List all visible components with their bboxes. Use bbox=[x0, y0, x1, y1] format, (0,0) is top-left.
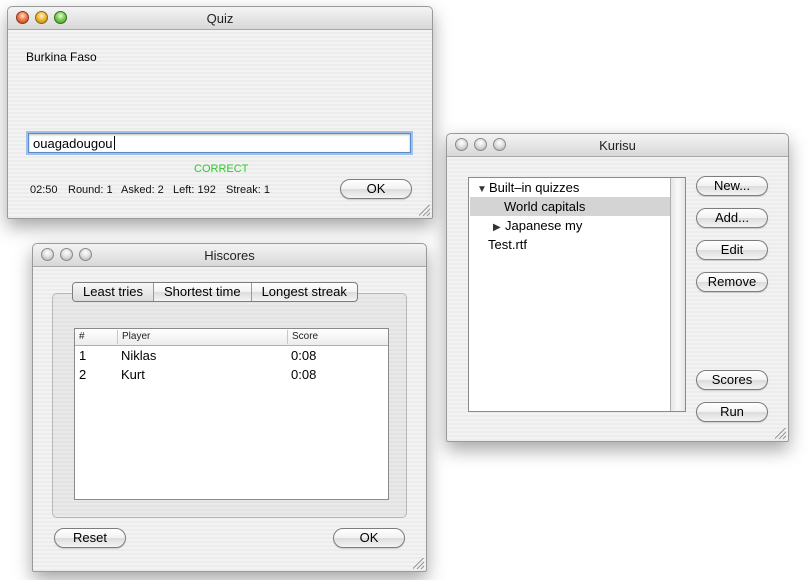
hiscores-window-title: Hiscores bbox=[204, 248, 255, 263]
tab-least-tries[interactable]: Least tries bbox=[73, 283, 154, 301]
table-row-1-score: 0:08 bbox=[291, 348, 317, 363]
outline-item-world-capitals[interactable]: World capitals bbox=[470, 197, 671, 216]
reset-button[interactable]: Reset bbox=[54, 528, 126, 548]
column-header-player[interactable]: Player bbox=[117, 330, 282, 344]
quiz-titlebar[interactable]: Quiz bbox=[8, 7, 432, 30]
kurisu-titlebar[interactable]: Kurisu bbox=[447, 134, 788, 157]
run-button[interactable]: Run bbox=[696, 402, 768, 422]
quiz-window: Quiz Burkina Faso ouagadougou CORRECT 02… bbox=[7, 6, 433, 219]
hiscores-table[interactable]: # Player Score 1 Niklas 0:08 2 Kurt 0:08 bbox=[74, 328, 389, 500]
table-row-1-rank: 1 bbox=[79, 348, 87, 363]
asked-label: Asked: 2 bbox=[121, 184, 164, 196]
new-button[interactable]: New... bbox=[696, 176, 768, 196]
kurisu-window: Kurisu ▼ Built–in quizzes World capitals … bbox=[446, 133, 789, 442]
table-row-2-rank: 2 bbox=[79, 367, 87, 382]
add-button[interactable]: Add... bbox=[696, 208, 768, 228]
hiscores-window: Hiscores Least tries Shortest time Longe… bbox=[32, 243, 427, 572]
scores-button[interactable]: Scores bbox=[696, 370, 768, 390]
outline-item-label: World capitals bbox=[504, 199, 586, 214]
column-header-rank[interactable]: # bbox=[75, 330, 115, 344]
table-row-1-player: Niklas bbox=[121, 348, 157, 363]
quiz-window-title: Quiz bbox=[206, 11, 234, 26]
hiscores-tabs: Least tries Shortest time Longest streak bbox=[72, 282, 358, 302]
round-label: Round: 1 bbox=[68, 184, 113, 196]
edit-button[interactable]: Edit bbox=[696, 240, 768, 260]
outline-item-label: Test.rtf bbox=[488, 237, 528, 252]
table-row-2-score: 0:08 bbox=[291, 367, 317, 382]
text-caret bbox=[113, 136, 115, 150]
hiscores-ok-button[interactable]: OK bbox=[333, 528, 405, 548]
answer-text: ouagadougou bbox=[33, 136, 113, 151]
outline-item-builtin-quizzes[interactable]: ▼ Built–in quizzes bbox=[470, 178, 671, 197]
resize-grip[interactable] bbox=[775, 428, 786, 439]
outline-scrollbar[interactable] bbox=[670, 178, 685, 411]
table-row-2-player: Kurt bbox=[121, 367, 145, 382]
outline-item-label: Japanese my bbox=[505, 218, 583, 233]
quiz-ok-button[interactable]: OK bbox=[340, 179, 412, 199]
result-label: CORRECT bbox=[194, 163, 249, 175]
column-header-score[interactable]: Score bbox=[287, 330, 391, 344]
resize-grip[interactable] bbox=[419, 205, 430, 216]
answer-input[interactable]: ouagadougou bbox=[28, 133, 411, 153]
tab-longest-streak[interactable]: Longest streak bbox=[252, 283, 357, 301]
hiscores-titlebar[interactable]: Hiscores bbox=[33, 244, 426, 267]
outline-item-label: Built–in quizzes bbox=[489, 180, 580, 195]
kurisu-window-title: Kurisu bbox=[599, 138, 636, 153]
remove-button[interactable]: Remove bbox=[696, 272, 768, 292]
resize-grip[interactable] bbox=[413, 558, 424, 569]
quiz-outline-view[interactable]: ▼ Built–in quizzes World capitals ▶ Japane… bbox=[468, 177, 686, 412]
question-label: Burkina Faso bbox=[26, 50, 97, 64]
table-header: # Player Score bbox=[75, 329, 388, 346]
left-label: Left: 192 bbox=[173, 184, 216, 196]
timer-label: 02:50 bbox=[30, 184, 58, 196]
tab-shortest-time[interactable]: Shortest time bbox=[154, 283, 252, 301]
outline-item-test-rtf[interactable]: Test.rtf bbox=[470, 235, 671, 254]
streak-label: Streak: 1 bbox=[226, 184, 271, 196]
outline-item-japanese-my[interactable]: ▶ Japanese my bbox=[470, 216, 671, 235]
